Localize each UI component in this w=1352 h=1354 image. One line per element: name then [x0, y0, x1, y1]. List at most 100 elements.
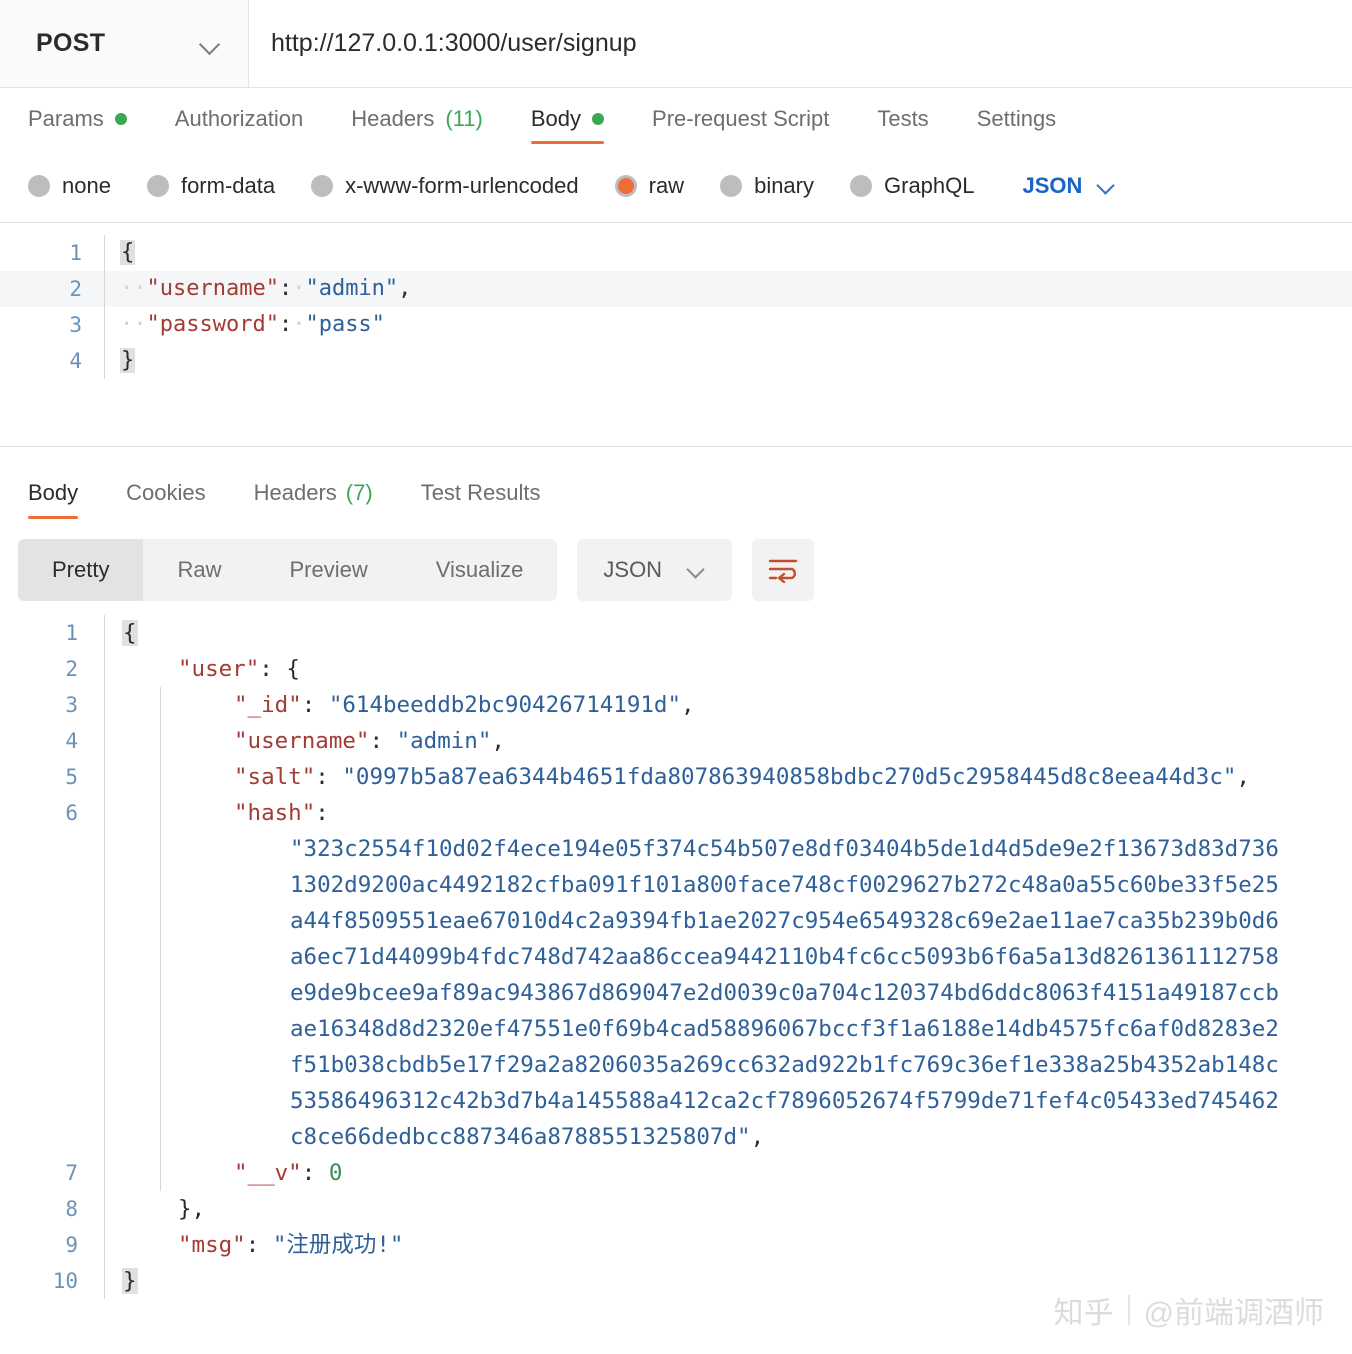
body-type-binary[interactable]: binary [720, 173, 850, 199]
response-format-select[interactable]: JSON [577, 539, 733, 601]
response-line-content: ae16348d8d2320ef47551e0f69b4cad58896067b… [104, 1011, 1352, 1047]
request-tab-pre-request-script[interactable]: Pre-request Script [628, 88, 853, 150]
response-tab-cookies[interactable]: Cookies [102, 463, 229, 523]
request-tab-authorization[interactable]: Authorization [151, 88, 327, 150]
request-tab-label: Params [28, 106, 104, 131]
code-token: : [245, 1232, 273, 1258]
line-number: 5 [65, 765, 78, 789]
request-tab-settings[interactable]: Settings [953, 88, 1081, 150]
code-token: : [301, 1160, 329, 1186]
response-tab-test-results[interactable]: Test Results [397, 463, 565, 523]
body-type-label: GraphQL [884, 173, 975, 198]
line-number: 2 [65, 657, 78, 681]
request-tab-params[interactable]: Params [28, 88, 151, 150]
body-type-raw[interactable]: raw [614, 173, 720, 199]
view-mode-visualize[interactable]: Visualize [402, 539, 558, 601]
response-line-content: }, [104, 1191, 1352, 1227]
response-line: 2 "user": { [0, 651, 1352, 687]
line-number: 3 [65, 693, 78, 717]
code-token: : [301, 692, 329, 718]
response-tabs: Body Cookies Headers (7) Test Results [0, 457, 1352, 523]
code-token: "admin" [305, 276, 399, 301]
line-number: 1 [65, 621, 78, 645]
response-tab-label: Test Results [420, 480, 541, 505]
response-line: e9de9bcee9af89ac943867d869047e2d0039c0a7… [0, 975, 1352, 1011]
code-token: "__v" [234, 1160, 302, 1186]
fold-brace: { [122, 620, 138, 646]
http-method-select[interactable]: POST [0, 0, 249, 87]
code-token: ·· [120, 312, 147, 337]
request-tab-label: Body [530, 106, 582, 131]
code-token: : [369, 728, 397, 754]
request-tab-body[interactable]: Body [507, 88, 628, 150]
view-mode-raw[interactable]: Raw [143, 539, 255, 601]
url-input[interactable]: http://127.0.0.1:3000/user/signup [249, 0, 1352, 87]
word-wrap-icon [768, 559, 798, 583]
code-token: 1302d9200ac4492182cfba091f101a800face748… [290, 872, 1279, 898]
response-body-viewer[interactable]: 1{2 "user": {3 "_id": "614beeddb2bc9042671… [0, 615, 1352, 1315]
chevron-down-icon[interactable] [1098, 177, 1116, 195]
code-token: , [491, 728, 505, 754]
radio-button-icon [850, 175, 872, 197]
response-line: 5 "salt": "0997b5a87ea6344b4651fda8078639… [0, 759, 1352, 795]
code-token: }, [178, 1196, 206, 1222]
editor-line: 4} [0, 343, 1352, 379]
request-tab-headers[interactable]: Headers (11) [327, 88, 507, 150]
response-line: 10} [0, 1263, 1352, 1299]
code-token: "_id" [234, 692, 302, 718]
code-token: , [750, 1124, 765, 1150]
response-line-content: { [104, 615, 1352, 651]
radio-button-icon [614, 175, 637, 197]
request-body-editor[interactable]: 1{2 ··"username":·"admin", 3 ··"password":·… [0, 222, 1352, 447]
code-token: 0 [328, 1160, 343, 1186]
response-line-content: "salt": "0997b5a87ea6344b4651fda80786394… [104, 759, 1352, 795]
code-token: "username" [146, 276, 279, 301]
response-line: f51b038cbdb5e17f29a2a8206035a269cc632ad9… [0, 1047, 1352, 1083]
code-token: : [315, 764, 343, 790]
fold-brace: } [122, 1268, 138, 1294]
body-type-form-data[interactable]: form-data [146, 173, 311, 199]
response-line-content: 53586496312c42b3d7b4a145588a412ca2cf7896… [104, 1083, 1352, 1119]
radio-button-icon [28, 175, 50, 197]
line-number: 10 [52, 1269, 78, 1293]
editor-line: 3 ··"password":·"pass" [0, 307, 1352, 343]
editor-line: 1{ [0, 235, 1352, 271]
line-number: 4 [69, 349, 82, 373]
response-line-content: f51b038cbdb5e17f29a2a8206035a269cc632ad9… [104, 1047, 1352, 1083]
code-token: · [292, 276, 306, 301]
body-type-label: binary [754, 173, 814, 198]
code-token: "user" [178, 656, 260, 682]
response-line-content: a44f8509551eae67010d4c2a9394fb1ae2027c95… [104, 903, 1352, 939]
response-line-content: "msg": "注册成功!" [104, 1227, 1352, 1263]
request-tab-tests[interactable]: Tests [853, 88, 952, 150]
body-type-label: form-data [180, 173, 276, 198]
code-token: : [278, 312, 293, 337]
code-token: 53586496312c42b3d7b4a145588a412ca2cf7896… [290, 1088, 1279, 1114]
code-token: "pass" [305, 312, 385, 337]
code-token: : { [259, 656, 300, 682]
response-line-content: "323c2554f10d02f4ece194e05f374c54b507e8d… [104, 831, 1352, 867]
body-type-graphql[interactable]: GraphQL [850, 173, 1011, 199]
status-dot-icon [114, 113, 127, 125]
response-line-content: "hash": [104, 795, 1352, 831]
line-number: 1 [69, 241, 82, 265]
response-tab-body[interactable]: Body [28, 463, 102, 523]
view-mode-pretty[interactable]: Pretty [18, 539, 144, 601]
code-token: : [315, 800, 329, 826]
response-line: a6ec71d44099b4fdc748d742aa86ccea9442110b… [0, 939, 1352, 975]
headers-count-badge: (11) [445, 106, 483, 131]
response-line: 4 "username": "admin", [0, 723, 1352, 759]
code-token: "0997b5a87ea6344b4651fda807863940858bdbc… [342, 764, 1237, 790]
response-tab-headers[interactable]: Headers (7) [230, 463, 397, 523]
body-type-x-www-form-urlencoded[interactable]: x-www-form-urlencoded [311, 173, 615, 199]
request-tab-label: Pre-request Script [652, 106, 830, 131]
word-wrap-button[interactable] [752, 539, 815, 601]
line-number: 3 [69, 313, 82, 337]
request-tab-label: Authorization [174, 106, 304, 131]
raw-format-select[interactable]: JSON [1023, 173, 1083, 199]
line-number: 9 [65, 1233, 78, 1257]
response-line: 53586496312c42b3d7b4a145588a412ca2cf7896… [0, 1083, 1352, 1119]
body-type-none[interactable]: none [28, 173, 147, 199]
line-number: 7 [65, 1161, 78, 1185]
view-mode-preview[interactable]: Preview [255, 539, 401, 601]
